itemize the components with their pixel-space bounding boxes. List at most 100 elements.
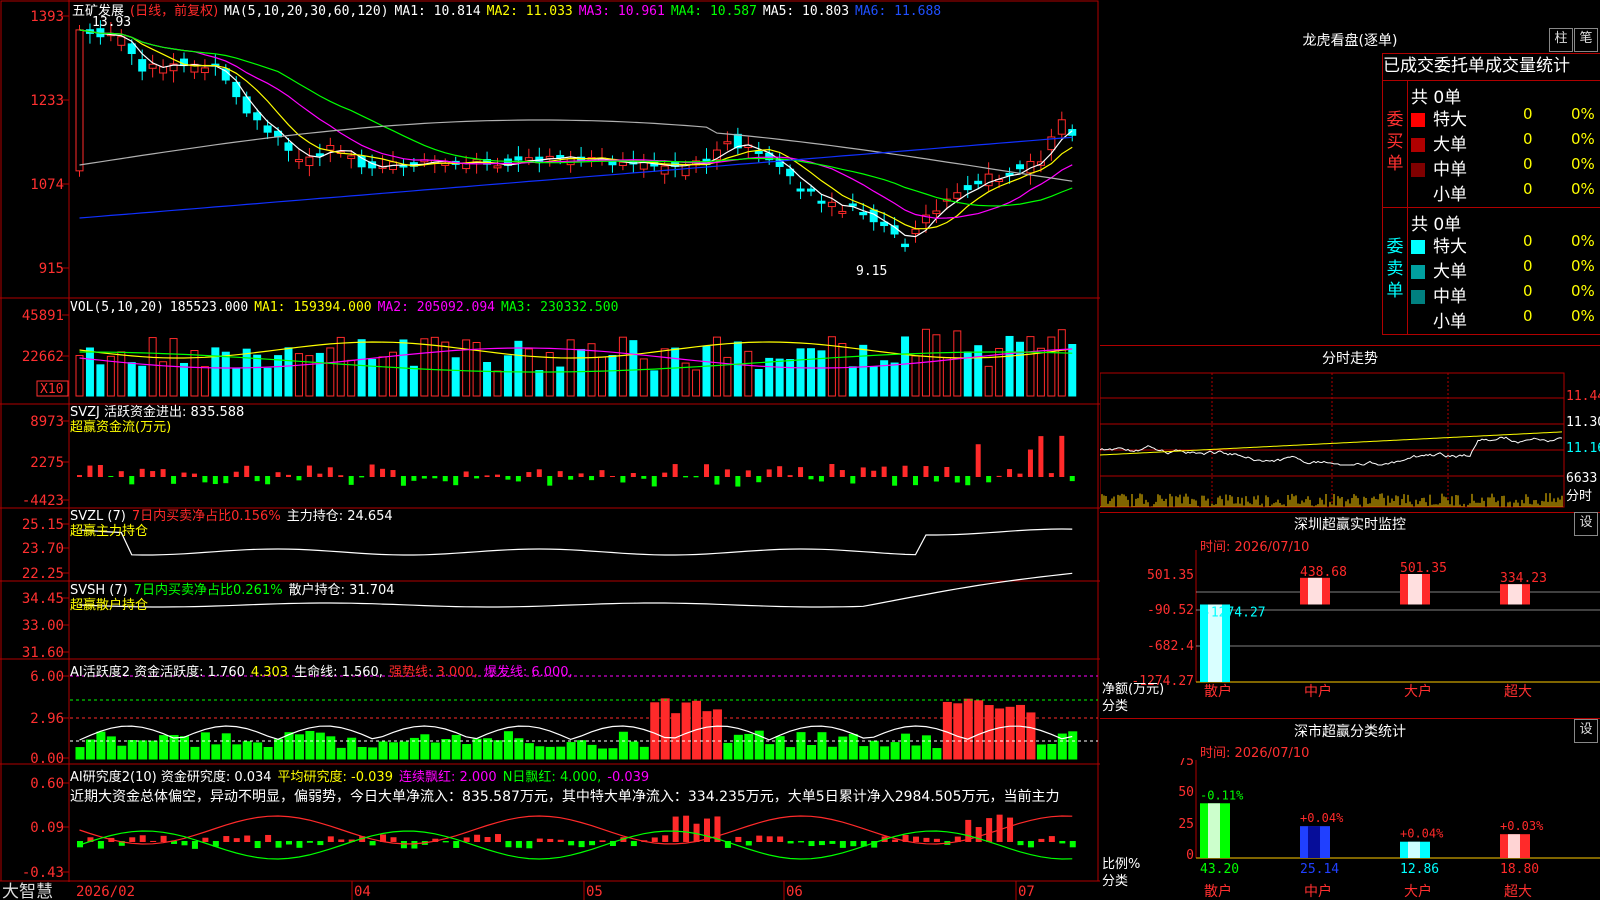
price-candle (911, 228, 920, 235)
color-swatch (1411, 188, 1425, 202)
svzj-bar (1059, 435, 1065, 477)
svzj-bar (735, 476, 741, 487)
tab-volume-stats[interactable]: 成交量统计 (1485, 56, 1570, 76)
research-bar (1069, 841, 1076, 848)
volume-bar (566, 339, 575, 397)
svzj-bar (1038, 436, 1044, 477)
period-label[interactable]: (日线，前复权) (130, 4, 218, 19)
monitor-settings-button[interactable]: 设 (1574, 512, 1598, 536)
lhb-tabs: 已成交委托单成交量统计 (1382, 53, 1600, 81)
stock-chart-canvas[interactable]: 1393 1233 1074 915 45891 22662 8973 2275… (0, 0, 1100, 900)
vol-ma3: MA3: 230332.500 (501, 300, 619, 315)
color-swatch (1411, 315, 1425, 329)
svzj-bar (97, 465, 103, 477)
stats-delta: -0.11% (1200, 788, 1244, 802)
vol-label: VOL(5,10,20) (70, 300, 164, 315)
order-pct: 0% (1571, 257, 1595, 275)
intraday-avg-line (1100, 431, 1563, 456)
activity-bar (169, 735, 179, 760)
volume-bar (1005, 335, 1014, 397)
tab-executed[interactable]: 已成交 (1383, 56, 1434, 76)
activity-bar (744, 733, 754, 760)
stats-delta: +0.03% (1500, 819, 1544, 833)
research-bar (672, 816, 679, 842)
svzj-bar (223, 476, 229, 484)
svzl-sub: 超赢主力持仓 (70, 524, 149, 539)
price-candle (796, 188, 805, 192)
price-candle (200, 67, 209, 74)
svzj-header: SVZJ 活跃资金进出: 835.588 超赢资金流(万元) (70, 405, 244, 435)
research-bar (411, 841, 418, 849)
activity-bar (796, 732, 806, 760)
activity-bar (430, 742, 440, 760)
activity-bar (681, 702, 691, 760)
ma3-value: MA3: 10.961 (578, 4, 665, 19)
research-bar (139, 835, 146, 842)
stats-unit: 比例% (1102, 857, 1140, 872)
monitor-value: 501.35 (1400, 561, 1447, 576)
sell-orders-block: 委卖单 共 0单 特大 0 0% 大单 0 0% 中单 0 0% 小单 0 0% (1382, 207, 1600, 335)
volume-bar (702, 345, 711, 397)
volume-bar (347, 359, 356, 397)
research-bar (756, 835, 763, 842)
research-line (79, 830, 1073, 860)
svzj-bar (432, 476, 438, 479)
svzj-bar (913, 476, 918, 486)
activity-bar (315, 732, 325, 760)
activity-bar (378, 741, 388, 760)
research-bar (589, 841, 596, 846)
svzj-bar (641, 476, 647, 479)
volume-bar (618, 336, 627, 397)
order-count: 0 (1523, 257, 1533, 275)
ma6-value: MA6: 11.688 (855, 4, 942, 19)
tick-view-button[interactable]: 笔 (1574, 28, 1598, 52)
svzj-bar (881, 466, 887, 477)
vol-tick: 45891 (22, 308, 64, 324)
volume-bar (995, 347, 1004, 397)
order-stat-row: 大单 0 0% (1411, 257, 1600, 282)
res-label: AI研究度2(10) 资金研究度: 0.034 (70, 770, 272, 785)
intraday-chart[interactable]: 11.44 11.30 11.16 6633 分时 (1100, 370, 1600, 510)
svzj-bar (233, 471, 239, 477)
stock-name[interactable]: 五矿发展 (72, 4, 124, 19)
order-type: 大单 (1433, 262, 1467, 282)
svzj-bar (306, 465, 312, 477)
research-bar (798, 841, 805, 843)
act-label: AI活跃度2 资金活跃度: 1.760 (70, 665, 245, 680)
research-bar (777, 836, 784, 842)
stats-settings-button[interactable]: 设 (1574, 719, 1598, 743)
act-tick: 0.00 (30, 751, 64, 767)
activity-bar (577, 740, 587, 760)
bar-view-button[interactable]: 柱 (1549, 28, 1573, 52)
volume-bar (869, 366, 878, 397)
x-label: 05 (586, 884, 603, 900)
stats-bar-highlight (1408, 841, 1420, 858)
svzj-bar (892, 476, 898, 486)
price-candle (848, 203, 857, 207)
monitor-category-label: 中户 (1304, 683, 1332, 700)
research-bar (338, 839, 345, 842)
volume-bar (974, 345, 983, 397)
order-stat-row: 小单 0 0% (1411, 307, 1600, 332)
activity-bar (556, 746, 566, 760)
research-bar (369, 841, 376, 846)
volume-bar (838, 342, 847, 397)
buy-side-label: 委买单 (1386, 110, 1404, 174)
stats-value: 43.20 (1200, 862, 1239, 877)
volume-bar (848, 366, 857, 397)
research-bar (599, 840, 606, 842)
tab-orders[interactable]: 委托单 (1434, 56, 1485, 76)
res-nred: N日飘红: 4.000, (502, 770, 602, 785)
svzj-bar (181, 472, 187, 477)
act-v2: 4.303 (250, 665, 289, 680)
price-candle (974, 180, 983, 185)
price-candle (305, 156, 314, 167)
volume-bar (169, 338, 178, 397)
volume-bar (263, 367, 272, 397)
research-bar (1007, 817, 1014, 842)
volume-bar (180, 362, 188, 397)
activity-bar (650, 702, 660, 760)
order-type: 大单 (1433, 135, 1467, 155)
research-bar (97, 841, 104, 849)
intraday-vol-tick: 6633 (1566, 471, 1597, 486)
